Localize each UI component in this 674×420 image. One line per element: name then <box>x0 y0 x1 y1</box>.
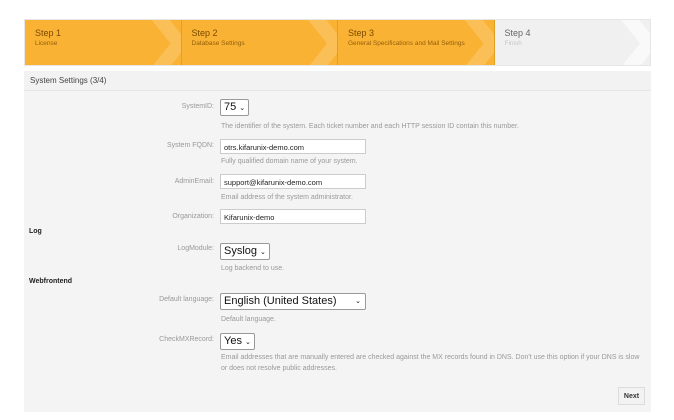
adminemail-input[interactable]: support@kifarunix-demo.com <box>220 174 366 189</box>
panel-title: System Settings (3/4) <box>24 71 651 91</box>
language-select[interactable]: English (United States) ⌄ <box>220 293 366 310</box>
fqdn-input[interactable]: otrs.kifarunix-demo.com <box>220 139 366 154</box>
checkmx-value: Yes <box>224 335 242 347</box>
step-subtitle: License <box>35 40 58 47</box>
checkmx-help: Email addresses that are manually entere… <box>221 354 640 372</box>
logmodule-label: LogModule: <box>177 245 214 252</box>
checkmx-label: CheckMXRecord: <box>159 336 214 343</box>
language-help: Default language. <box>221 316 276 323</box>
step-3: Step 3 General Specifications and Mail Se… <box>338 20 495 65</box>
organization-label: Organization: <box>172 213 214 220</box>
step-subtitle: Database Settings <box>191 40 245 47</box>
step-title: Step 1 <box>35 28 62 38</box>
wizard-steps: Step 1 License Step 2 Database Settings St… <box>24 19 651 66</box>
logmodule-select[interactable]: Syslog ⌄ <box>220 243 270 260</box>
logmodule-help: Log backend to use. <box>221 265 285 272</box>
systemid-select[interactable]: 75 ⌄ <box>220 99 250 116</box>
section-log: Log <box>29 228 42 235</box>
step-4: Step 4 Finish <box>494 20 650 65</box>
checkmx-select[interactable]: Yes ⌄ <box>220 333 255 350</box>
step-subtitle: General Specifications and Mail Settings <box>348 40 465 47</box>
next-button[interactable]: Next <box>618 387 645 405</box>
organization-input[interactable]: Kifarunix-demo <box>220 209 366 224</box>
systemid-help: The identifier of the system. Each ticke… <box>221 123 519 130</box>
step-subtitle: Finish <box>504 40 522 47</box>
step-1: Step 1 License <box>25 20 182 65</box>
chevron-down-icon: ⌄ <box>244 339 251 346</box>
systemid-label: SystemID: <box>181 103 214 110</box>
fqdn-help: Fully qualified domain name of your syst… <box>221 158 358 165</box>
step-title: Step 4 <box>504 28 531 38</box>
adminemail-label: AdminEmail: <box>174 178 214 185</box>
section-webfrontend: Webfrontend <box>29 278 73 285</box>
step-title: Step 2 <box>191 28 218 38</box>
systemid-value: 75 <box>224 101 237 113</box>
chevron-down-icon: ⌄ <box>355 298 361 305</box>
fqdn-label: System FQDN: <box>166 142 214 149</box>
chevron-down-icon: ⌄ <box>260 249 266 256</box>
language-label: Default language: <box>159 296 214 303</box>
adminemail-help: Email address of the system administrato… <box>221 194 353 201</box>
logmodule-value: Syslog <box>224 245 258 257</box>
step-2: Step 2 Database Settings <box>181 20 338 65</box>
step-title: Step 3 <box>348 28 375 38</box>
chevron-down-icon: ⌄ <box>239 105 246 112</box>
language-value: English (United States) <box>224 295 337 307</box>
